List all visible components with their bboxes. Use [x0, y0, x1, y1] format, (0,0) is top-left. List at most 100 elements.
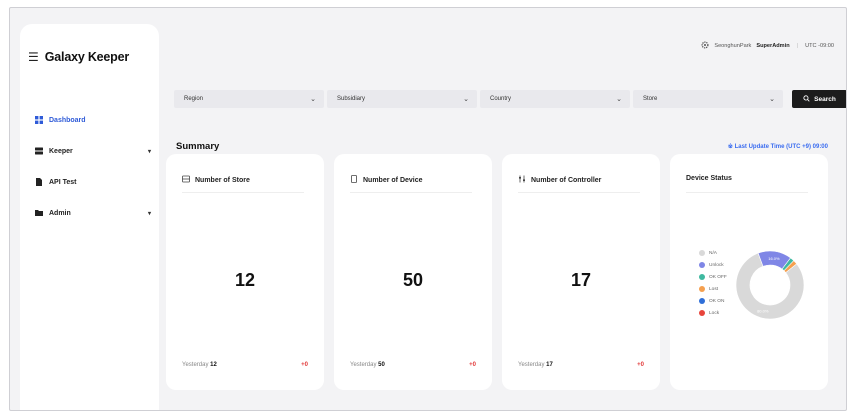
store-icon	[182, 175, 190, 185]
folder-icon	[35, 209, 43, 217]
yesterday-value: 17	[546, 362, 553, 368]
summary-title: Summary	[176, 141, 220, 152]
country-select[interactable]: Country ⌄	[480, 90, 630, 108]
card-title: Device Status	[686, 175, 732, 182]
card-header: Number of Device	[350, 175, 423, 185]
card-header: Number of Store	[182, 175, 250, 185]
sidebar-item-label: API Test	[49, 178, 77, 186]
sidebar-item-admin[interactable]: Admin ▾	[35, 207, 155, 219]
user-bar: SeonghunPark SuperAdmin | UTC -09:00	[701, 41, 834, 51]
card-footer: Yesterday 17 +0	[518, 362, 644, 368]
legend-item-unlock: Unlock	[699, 259, 727, 271]
country-select-value: Country	[490, 96, 512, 102]
legend-item-na: N/A	[699, 247, 727, 259]
legend-item-lock: Lock	[699, 307, 727, 319]
sidebar-nav: Dashboard Keeper ▾ API Test Admin ▾	[35, 114, 155, 238]
region-select[interactable]: Region ⌄	[174, 90, 324, 108]
card-title: Number of Store	[195, 176, 250, 184]
timezone-label: UTC -09:00	[805, 43, 834, 49]
sidebar-item-keeper[interactable]: Keeper ▾	[35, 145, 155, 157]
store-count-value: 12	[234, 270, 256, 290]
store-select[interactable]: Store ⌄	[633, 90, 783, 108]
legend-swatch	[699, 274, 705, 280]
user-name: SeonghunPark	[714, 43, 752, 49]
store-count-card: Number of Store 12 Yesterday 12 +0	[166, 154, 324, 390]
grid-icon	[35, 116, 43, 124]
hamburger-menu-icon[interactable]: ☰	[28, 51, 39, 63]
sidebar-item-label: Keeper	[49, 147, 73, 155]
device-icon	[350, 175, 358, 185]
legend-item-ok-on: OK ON	[699, 295, 727, 307]
chevron-down-icon: ⌄	[310, 96, 316, 103]
card-divider	[686, 192, 808, 193]
app-title: Galaxy Keeper	[44, 50, 130, 64]
delta-value: +0	[637, 362, 644, 368]
delta-value: +0	[301, 362, 308, 368]
legend-label: OK ON	[709, 298, 725, 304]
store-select-value: Store	[643, 96, 658, 102]
search-button[interactable]: Search	[792, 90, 846, 108]
sliders-icon	[518, 175, 526, 185]
yesterday-value: 12	[210, 362, 217, 368]
search-button-label: Search	[814, 95, 836, 103]
card-divider	[182, 192, 304, 193]
legend-label: Unlock	[709, 262, 724, 268]
donut-slice-label: 16.0%	[768, 256, 780, 261]
donut-slice-label: 80.0%	[757, 309, 769, 314]
brand: ☰ Galaxy Keeper	[28, 50, 129, 64]
filter-bar: Region ⌄ Subsidiary ⌄ Country ⌄ Store ⌄ …	[174, 90, 846, 108]
yesterday-stat: Yesterday 17	[518, 362, 553, 368]
user-role: SuperAdmin	[756, 43, 790, 49]
yesterday-label: Yesterday	[518, 362, 545, 368]
legend-swatch	[699, 298, 705, 304]
last-update-time: ※ Last Update Time (UTC +9) 09:00	[727, 144, 828, 150]
search-icon	[803, 94, 810, 104]
sidebar-item-label: Dashboard	[49, 116, 86, 124]
card-footer: Yesterday 12 +0	[182, 362, 308, 368]
legend-label: Lost	[709, 286, 719, 292]
card-title: Number of Device	[363, 176, 423, 184]
subsidiary-select[interactable]: Subsidiary ⌄	[327, 90, 477, 108]
card-divider	[350, 192, 472, 193]
region-select-value: Region	[184, 96, 204, 102]
chevron-down-icon: ⌄	[463, 96, 469, 103]
legend-swatch	[699, 310, 705, 316]
yesterday-label: Yesterday	[350, 362, 377, 368]
legend-swatch	[699, 286, 705, 292]
device-status-card: Device Status N/A Unlock OK OFF Lost OK …	[670, 154, 828, 390]
sidebar-item-label: Admin	[49, 209, 71, 217]
yesterday-value: 50	[378, 362, 385, 368]
card-header: Number of Controller	[518, 175, 601, 185]
yesterday-stat: Yesterday 12	[182, 362, 217, 368]
card-title: Number of Controller	[531, 176, 602, 184]
app-frame: ☰ Galaxy Keeper Dashboard Keeper ▾ API T…	[9, 7, 847, 411]
legend-swatch	[699, 262, 705, 268]
sidebar-item-api-test[interactable]: API Test	[35, 176, 155, 188]
legend-label: Lock	[709, 310, 720, 316]
legend-item-lost: Lost	[699, 283, 727, 295]
card-divider	[518, 192, 640, 193]
server-icon	[35, 147, 43, 155]
sidebar-item-dashboard[interactable]: Dashboard	[35, 114, 155, 126]
chevron-down-icon: ▾	[147, 148, 151, 155]
sidebar: ☰ Galaxy Keeper Dashboard Keeper ▾ API T…	[20, 24, 159, 410]
document-icon	[35, 178, 43, 186]
controller-count-value: 17	[570, 270, 592, 290]
legend-item-ok-off: OK OFF	[699, 271, 727, 283]
device-status-donut: 80.0% 16.0%	[735, 250, 805, 320]
subsidiary-select-value: Subsidiary	[337, 96, 366, 102]
legend-label: OK OFF	[709, 274, 727, 280]
device-count-value: 50	[402, 270, 424, 290]
legend-swatch	[699, 250, 705, 256]
chevron-down-icon: ⌄	[616, 96, 622, 103]
controller-count-card: Number of Controller 17 Yesterday 17 +0	[502, 154, 660, 390]
chart-legend: N/A Unlock OK OFF Lost OK ON Lock	[699, 247, 727, 319]
gear-icon[interactable]	[701, 41, 709, 51]
device-count-card: Number of Device 50 Yesterday 50 +0	[334, 154, 492, 390]
divider: |	[796, 43, 799, 49]
chevron-down-icon: ⌄	[769, 96, 775, 103]
yesterday-stat: Yesterday 50	[350, 362, 385, 368]
card-footer: Yesterday 50 +0	[350, 362, 476, 368]
chevron-down-icon: ▾	[147, 210, 151, 217]
yesterday-label: Yesterday	[182, 362, 209, 368]
